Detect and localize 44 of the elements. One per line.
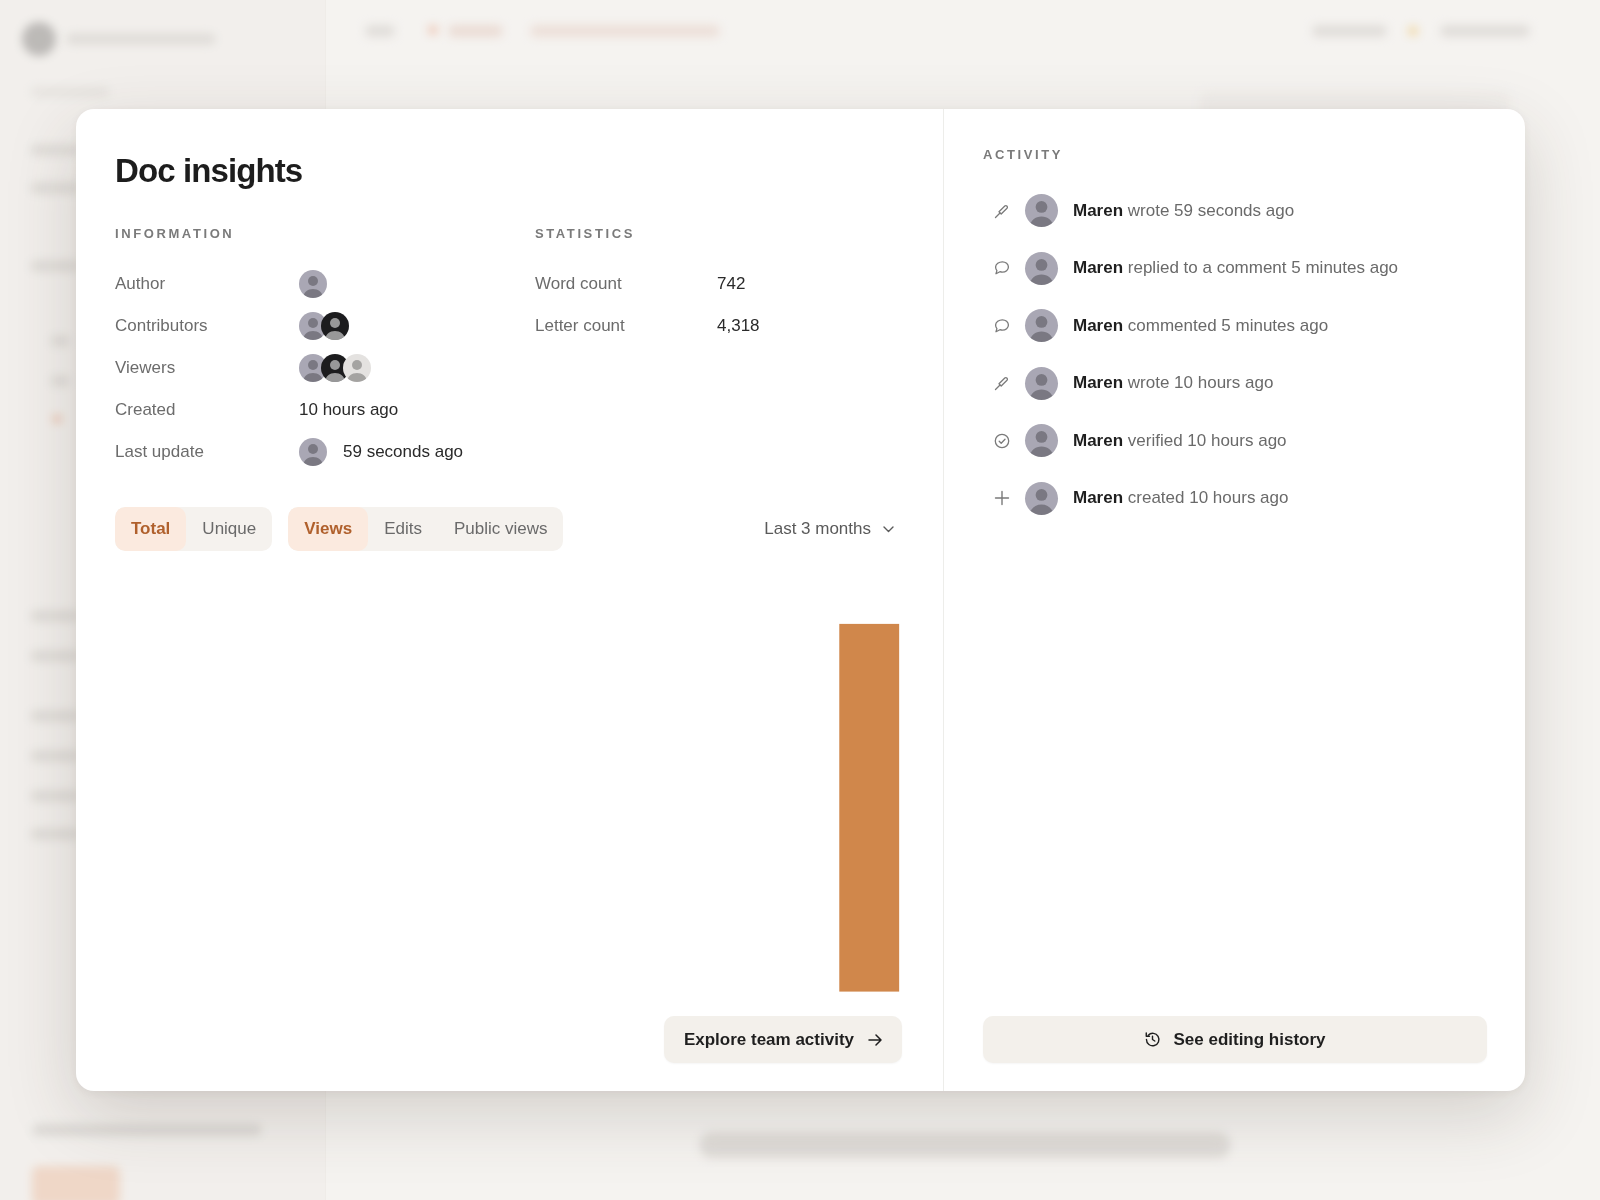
stat-value: 742 [717,274,746,294]
field-label: Contributors [115,316,208,336]
avatar [1025,481,1058,515]
activity-text: Maren wrote 10 hours ago [1073,373,1274,394]
tab[interactable]: Public views [437,507,564,551]
stat-label: Letter count [535,316,625,336]
stat-label: Word count [535,274,622,294]
range-dropdown[interactable]: Last 3 months [764,513,902,545]
tab[interactable]: Unique [186,507,273,551]
avatar [1025,309,1058,343]
activity-text: Maren created 10 hours ago [1073,488,1289,509]
arrow-right-icon [868,1033,882,1046]
avatar [1025,251,1058,285]
field-label: Last update [115,442,204,462]
section-heading: ACTIVITY [983,147,1064,163]
activity-text: Maren verified 10 hours ago [1073,430,1287,451]
avatar [1025,366,1058,400]
activity-text: Maren commented 5 minutes ago [1073,315,1329,336]
tab[interactable]: Edits [368,507,438,551]
avatar [1025,194,1058,228]
field-label: Author [115,274,166,294]
dialog-title: Doc insights [115,151,303,191]
pen-icon [994,202,1010,219]
field-value: 59 seconds ago [343,442,464,462]
pen-icon [994,375,1010,392]
field-label: Viewers [115,358,176,378]
speech-bubble-icon [994,317,1010,334]
tab[interactable]: Views [288,507,369,551]
field-value: 10 hours ago [299,400,399,420]
speech-bubble-icon [994,260,1010,277]
section-heading: STATISTICS [535,226,635,242]
plus-icon [994,490,1010,507]
tab[interactable]: Total [115,507,187,551]
check-circle-icon [994,432,1010,449]
field-label: Created [115,400,176,420]
section-heading: INFORMATION [115,226,235,242]
avatar [1025,424,1058,458]
history-icon [1144,1031,1162,1048]
history-button[interactable]: See editing history [983,1016,1487,1063]
activity-text: Maren replied to a comment 5 minutes ago [1073,258,1399,279]
stat-value: 4,318 [717,316,760,336]
activity-text: Maren wrote 59 seconds ago [1073,200,1295,221]
caret-icon [883,525,894,533]
explore-button[interactable]: Explore team activity [663,1016,902,1063]
